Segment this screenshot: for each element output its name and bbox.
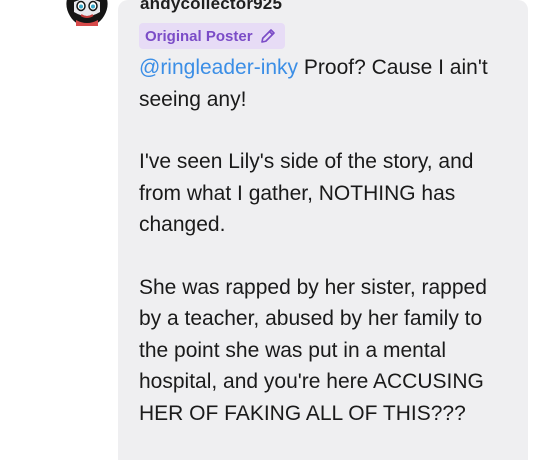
avatar[interactable] <box>64 0 110 32</box>
reply-paragraph-2: I've seen Lily's side of the story, and … <box>139 150 474 236</box>
badge-label: Original Poster <box>145 27 253 45</box>
pencil-icon <box>260 29 275 43</box>
original-poster-badge: Original Poster <box>139 23 285 49</box>
username-link[interactable]: andycollector925 <box>140 0 282 14</box>
reply-content: @ringleader-inky Proof? Cause I ain't se… <box>139 52 511 460</box>
mention-link[interactable]: @ringleader-inky <box>139 56 298 79</box>
reply-paragraph-1: @ringleader-inky Proof? Cause I ain't se… <box>139 52 511 115</box>
avatar-image <box>64 0 110 32</box>
reply-paragraph-3: She was rapped by her sister, rapped by … <box>139 275 487 425</box>
